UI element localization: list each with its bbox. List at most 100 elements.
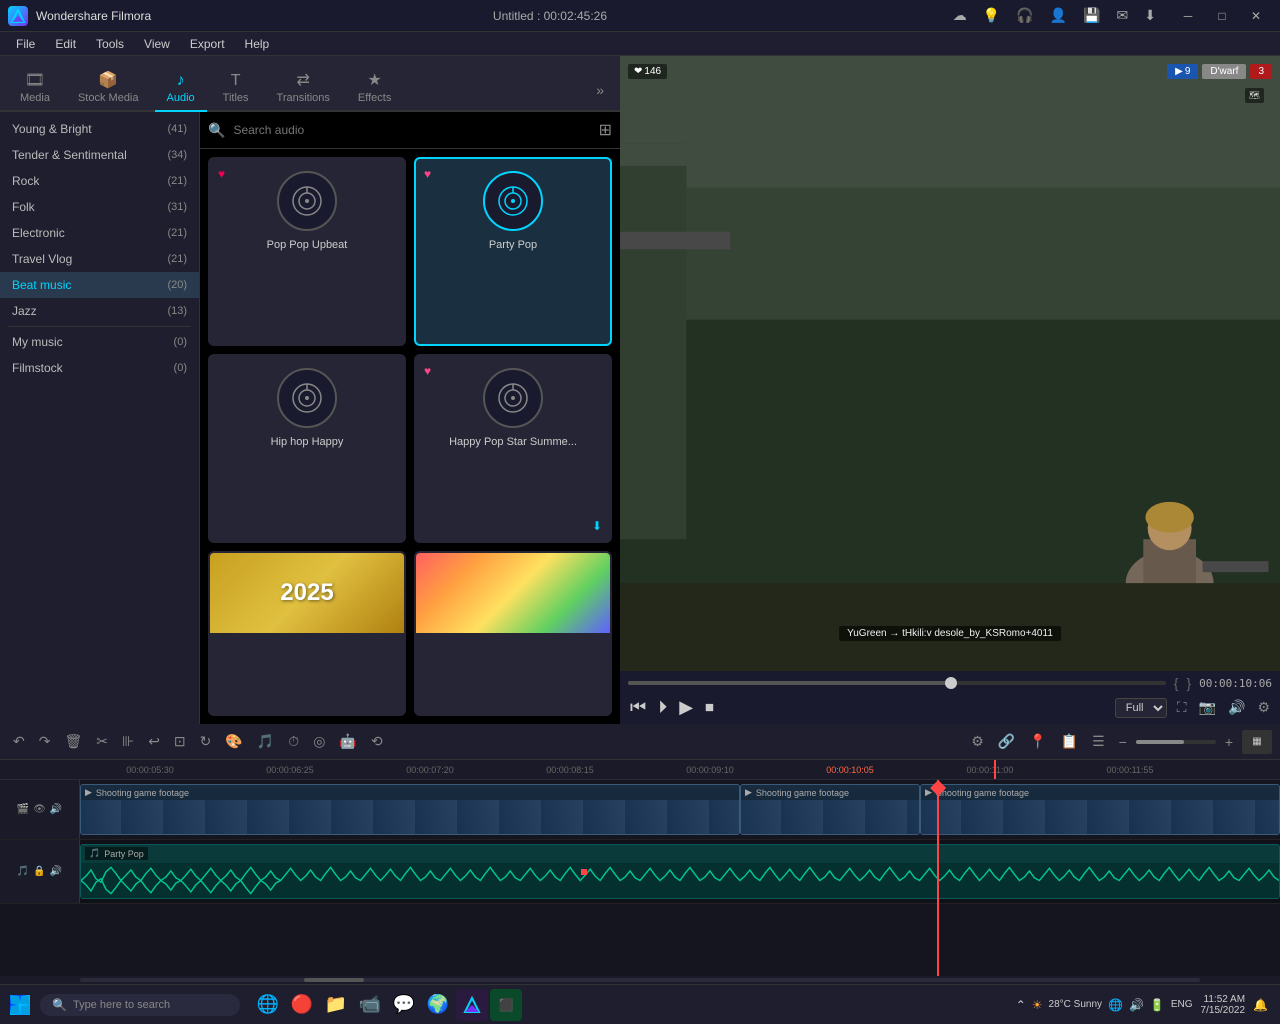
menu-tools[interactable]: Tools: [88, 35, 132, 53]
user-icon[interactable]: 👤: [1046, 5, 1071, 26]
menu-help[interactable]: Help: [237, 35, 278, 53]
video-track-audio-icon[interactable]: 🔊: [50, 804, 62, 815]
volume-button[interactable]: 🔊: [1226, 697, 1247, 718]
audio-card-colorful[interactable]: [414, 551, 612, 716]
taskbar-app-filmora[interactable]: [456, 989, 488, 1021]
play-pause-button[interactable]: ⏵: [656, 695, 669, 720]
close-button[interactable]: ✕: [1240, 6, 1272, 26]
start-button[interactable]: [4, 989, 36, 1021]
battery-icon[interactable]: 🔋: [1150, 998, 1165, 1012]
scrubber-thumb[interactable]: [945, 677, 957, 689]
category-young-bright[interactable]: Young & Bright (41): [0, 116, 199, 142]
tab-effects[interactable]: ★ Effects: [346, 64, 403, 112]
taskbar-app-msg[interactable]: 💬: [388, 989, 420, 1021]
marker-button[interactable]: 📍: [1024, 730, 1051, 753]
menu-view[interactable]: View: [136, 35, 178, 53]
category-filmstock[interactable]: Filmstock (0): [0, 355, 199, 381]
color-button[interactable]: 🎨: [220, 730, 247, 753]
speed-button[interactable]: ⏱: [283, 730, 304, 753]
tab-transitions[interactable]: ⇄ Transitions: [265, 64, 342, 112]
delete-button[interactable]: 🗑: [59, 730, 87, 753]
taskbar-app-browser2[interactable]: 🌍: [422, 989, 454, 1021]
audio-card-hip-hop-happy[interactable]: Hip hop Happy: [208, 354, 406, 543]
taskbar-app-terminal[interactable]: ⬛: [490, 989, 522, 1021]
scrollbar-thumb[interactable]: [304, 978, 364, 982]
category-travel-vlog[interactable]: Travel Vlog (21): [0, 246, 199, 272]
audio-card-party-pop[interactable]: ♥ Party Pop: [414, 157, 612, 346]
video-clip-1[interactable]: ▶ Shooting game footage: [80, 784, 740, 835]
taskbar-app-chrome[interactable]: 🌐: [252, 989, 284, 1021]
reverse-button[interactable]: ⟲: [366, 730, 388, 753]
taskbar-clock[interactable]: 11:52 AM 7/15/2022: [1201, 994, 1246, 1016]
cloud-icon[interactable]: ☁: [949, 5, 971, 26]
settings-button[interactable]: ⚙: [1255, 697, 1272, 718]
download-icon[interactable]: ⬇: [1140, 5, 1160, 26]
step-back-button[interactable]: ⏮: [628, 695, 648, 720]
tray-arrow[interactable]: ⌃: [1016, 998, 1026, 1012]
menu-edit[interactable]: Edit: [47, 35, 84, 53]
notification-icon[interactable]: 🔔: [1253, 998, 1268, 1012]
taskbar-app-brave[interactable]: 🔴: [286, 989, 318, 1021]
more-tabs-button[interactable]: »: [588, 78, 612, 102]
scrubber-track[interactable]: [628, 681, 1166, 685]
download-icon-happy-pop[interactable]: ⬇: [592, 519, 602, 533]
zoom-out-button[interactable]: −: [1114, 731, 1132, 753]
volume-icon[interactable]: 🔊: [1129, 998, 1144, 1012]
audio-clip-party-pop[interactable]: 🎵 Party Pop // This inline script f: [80, 844, 1280, 899]
video-clip-2[interactable]: ▶ Shooting game footage: [740, 784, 920, 835]
trim-button[interactable]: ↩: [143, 730, 165, 753]
audio-button[interactable]: 🎵: [252, 730, 279, 753]
video-track-content[interactable]: ▶ Shooting game footage ▶ Shooting game …: [80, 780, 1280, 839]
redo-button[interactable]: ↷: [34, 730, 56, 753]
video-track-eye-icon[interactable]: 👁: [33, 804, 46, 815]
tab-media[interactable]: 🎞 Media: [8, 64, 62, 112]
track-manager-button[interactable]: ☰: [1087, 730, 1110, 753]
play-forward-button[interactable]: ▶: [677, 695, 695, 720]
category-electronic[interactable]: Electronic (21): [0, 220, 199, 246]
undo-button[interactable]: ↶: [8, 730, 30, 753]
ai-button[interactable]: 🤖: [334, 730, 361, 753]
cut-button[interactable]: ✂: [91, 730, 113, 753]
audio-track-music-icon[interactable]: 🎵: [17, 866, 29, 877]
taskbar-app-meet[interactable]: 📹: [354, 989, 386, 1021]
headphone-icon[interactable]: 🎧: [1012, 5, 1037, 26]
search-input[interactable]: [233, 123, 590, 137]
category-jazz[interactable]: Jazz (13): [0, 298, 199, 324]
stabilize-button[interactable]: ◎: [308, 730, 330, 753]
timeline-view-toggle[interactable]: ▦: [1242, 730, 1272, 754]
audio-card-pop-pop-upbeat[interactable]: ♥ Pop Pop Upbeat: [208, 157, 406, 346]
snap-button[interactable]: 🔗: [993, 730, 1020, 753]
horizontal-scrollbar[interactable]: [0, 976, 1280, 984]
mail-icon[interactable]: ✉: [1113, 5, 1133, 26]
audio-track-lock-icon[interactable]: 🔒: [33, 866, 45, 877]
category-folk[interactable]: Folk (31): [0, 194, 199, 220]
category-beat-music[interactable]: Beat music (20): [0, 272, 199, 298]
menu-export[interactable]: Export: [182, 35, 233, 53]
rotate-button[interactable]: ↻: [195, 730, 217, 753]
maximize-button[interactable]: □: [1206, 6, 1238, 26]
menu-file[interactable]: File: [8, 35, 43, 53]
grid-view-button[interactable]: ⊞: [599, 120, 612, 140]
settings-timeline-button[interactable]: ⚙: [966, 730, 989, 753]
crop-button[interactable]: ⊡: [169, 730, 191, 753]
zoom-in-button[interactable]: +: [1220, 731, 1238, 753]
category-tender-sentimental[interactable]: Tender & Sentimental (34): [0, 142, 199, 168]
audio-track-content[interactable]: 🎵 Party Pop // This inline script f: [80, 840, 1280, 903]
split-button[interactable]: ⊪: [117, 730, 139, 753]
minimize-button[interactable]: ─: [1172, 6, 1204, 26]
network-icon[interactable]: 🌐: [1108, 998, 1123, 1012]
category-my-music[interactable]: My music (0): [0, 329, 199, 355]
tab-audio[interactable]: ♪ Audio: [155, 66, 207, 112]
quality-select[interactable]: Full 1/2 1/4: [1115, 698, 1167, 718]
tab-stock-media[interactable]: 📦 Stock Media: [66, 64, 151, 112]
idea-icon[interactable]: 💡: [979, 5, 1004, 26]
range-button[interactable]: 📋: [1056, 730, 1083, 753]
save-icon[interactable]: 💾: [1079, 5, 1104, 26]
audio-track-mute-icon[interactable]: 🔊: [50, 866, 62, 877]
tab-titles[interactable]: T Titles: [211, 66, 261, 112]
audio-card-2025[interactable]: 2025: [208, 551, 406, 716]
video-clip-3[interactable]: ▶ Shooting game footage: [920, 784, 1280, 835]
audio-card-happy-pop-star[interactable]: ♥ Happy Pop Star Summe... ⬇: [414, 354, 612, 543]
video-track-lock-icon[interactable]: 🎬: [17, 804, 29, 815]
taskbar-search[interactable]: 🔍 Type here to search: [40, 994, 240, 1016]
